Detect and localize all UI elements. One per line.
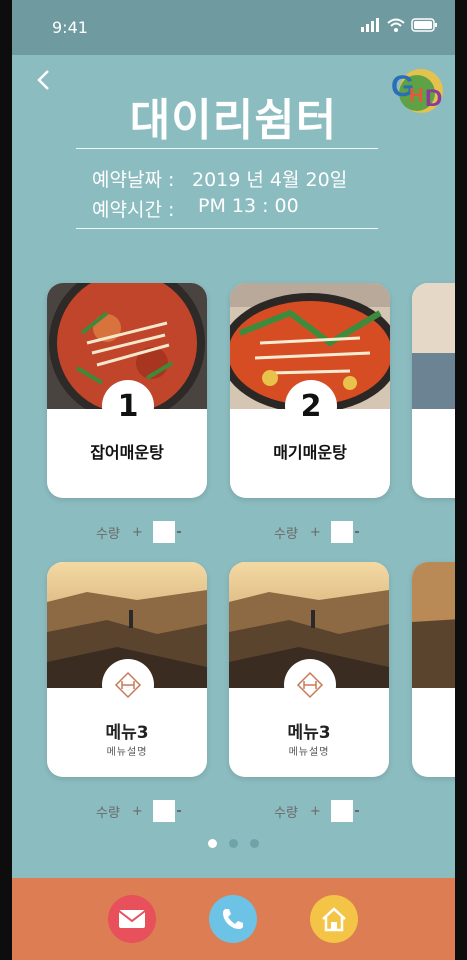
quantity-input[interactable]: [152, 800, 175, 822]
quantity-plus-button[interactable]: +: [132, 525, 143, 540]
status-bar: 9:41: [12, 0, 455, 55]
menu-number-badge: 2: [285, 380, 337, 432]
home-icon: [322, 907, 346, 932]
mail-icon: [118, 910, 146, 928]
quantity-minus-button[interactable]: [354, 531, 359, 533]
quantity-control: 수량 +: [96, 521, 181, 543]
resize-diamond-icon: [296, 671, 324, 699]
menu-card-partial[interactable]: [412, 562, 455, 777]
quantity-plus-button[interactable]: +: [310, 525, 321, 540]
quantity-label: 수량: [274, 805, 298, 821]
quantity-minus-button[interactable]: [176, 810, 181, 812]
page-title: 대이리쉼터: [129, 95, 338, 146]
menu-card[interactable]: 2 매기매운탕: [230, 283, 390, 498]
status-icons: [361, 18, 439, 32]
page-dot[interactable]: [208, 839, 217, 848]
quantity-label: 수량: [96, 526, 120, 542]
sea-photo: [412, 283, 455, 409]
quantity-control: 수량 +: [274, 521, 359, 543]
phone-button[interactable]: [209, 895, 257, 943]
divider-top: [76, 148, 378, 149]
page-dot[interactable]: [229, 839, 238, 848]
menu-icon-badge: [102, 659, 154, 711]
menu-card[interactable]: 메뉴3 메뉴설명: [229, 562, 389, 777]
resize-diamond-icon: [114, 671, 142, 699]
bottom-bar: [12, 878, 455, 960]
quantity-minus-button[interactable]: [176, 531, 181, 533]
menu-card-partial[interactable]: [412, 283, 455, 498]
menu-description: 메뉴설명: [288, 747, 330, 758]
battery-icon: [411, 18, 437, 32]
quantity-control: 수량 +: [274, 800, 359, 822]
quantity-input[interactable]: [330, 800, 353, 822]
reservation-date-row: 예약날짜 : 2019 년 4월 20일: [92, 165, 347, 192]
status-time: 9:41: [52, 18, 88, 37]
menu-card[interactable]: 메뉴3 메뉴설명: [47, 562, 207, 777]
reservation-time-row: 예약시간 : PM 13 : 00: [92, 195, 299, 222]
menu-name: 잡어매운탕: [90, 443, 164, 462]
mountain-photo: [412, 562, 455, 688]
time-label: 예약시간 :: [92, 199, 175, 221]
menu-icon-badge: [284, 659, 336, 711]
wifi-icon: [387, 18, 405, 32]
menu-card[interactable]: 1 잡어매운탕: [47, 283, 207, 498]
menu-description: 메뉴설명: [106, 747, 148, 758]
menu-name: 매기매운탕: [273, 443, 347, 462]
phone-icon: [223, 909, 243, 929]
app-screen: 9:41 G H D 대이리쉼터 예약날짜: 2019 년 4월 20일 예약…: [12, 0, 455, 960]
quantity-plus-button[interactable]: +: [132, 804, 143, 819]
mail-button[interactable]: [108, 895, 156, 943]
menu-number-badge: 1: [102, 380, 154, 432]
quantity-input[interactable]: [330, 521, 353, 543]
quantity-minus-button[interactable]: [354, 810, 359, 812]
home-button[interactable]: [310, 895, 358, 943]
time-value: PM 13 : 00: [198, 195, 299, 217]
quantity-label: 수량: [274, 526, 298, 542]
page-indicator: [208, 839, 259, 848]
divider-bottom: [76, 228, 378, 229]
signal-icon: [361, 18, 379, 32]
date-label: 예약날짜 :: [92, 169, 175, 191]
menu-name: 메뉴3: [287, 723, 331, 743]
menu-name: 메뉴3: [105, 723, 149, 743]
quantity-label: 수량: [96, 805, 120, 821]
quantity-control: 수량 +: [96, 800, 181, 822]
quantity-input[interactable]: [152, 521, 175, 543]
quantity-plus-button[interactable]: +: [310, 804, 321, 819]
page-dot[interactable]: [250, 839, 259, 848]
date-value: 2019 년 4월 20일: [192, 169, 348, 191]
